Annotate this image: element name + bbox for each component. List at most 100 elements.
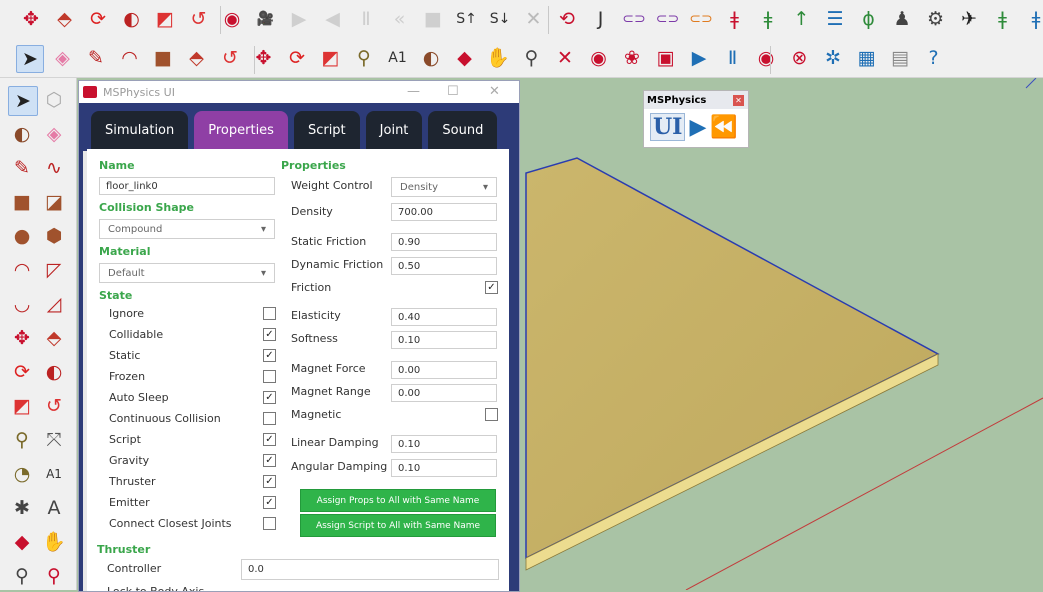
material-select[interactable]: Default ▾	[99, 263, 275, 283]
clear-icon[interactable]: ✕	[521, 6, 547, 32]
3d-text-icon[interactable]: A	[40, 494, 68, 522]
circle-icon[interactable]: ●	[8, 222, 36, 250]
state-checkbox[interactable]: ✓	[263, 391, 276, 404]
angular-damping-input[interactable]: 0.10	[391, 459, 497, 477]
orbit-icon[interactable]: ◆	[8, 528, 36, 556]
rotate-icon[interactable]: ⟳	[8, 358, 36, 386]
name-input[interactable]: floor_link0	[99, 177, 275, 195]
tab-joint[interactable]: Joint	[365, 111, 423, 149]
refresh-icon[interactable]: ⟲	[554, 6, 580, 32]
record-icon[interactable]: ◉	[753, 45, 779, 71]
piston-green-icon[interactable]: ǂ	[755, 6, 781, 32]
reset-icon[interactable]: ⊗	[787, 45, 813, 71]
rotate-icon[interactable]: ⟳	[85, 6, 111, 32]
axes-icon[interactable]: ✱	[8, 494, 36, 522]
follow-me-icon[interactable]: ◐	[40, 358, 68, 386]
state-checkbox[interactable]: ✓	[263, 349, 276, 362]
select-down-icon[interactable]: S↓	[487, 6, 513, 32]
arc-icon[interactable]: ◠	[8, 256, 36, 284]
window-titlebar[interactable]: MSPhysics UI — ☐ ✕	[79, 81, 519, 103]
extension-icon[interactable]: ▣	[653, 45, 679, 71]
offset-icon[interactable]: ↺	[40, 392, 68, 420]
tab-sound[interactable]: Sound	[428, 111, 498, 149]
pencil-icon[interactable]: ✎	[83, 45, 109, 71]
play-icon[interactable]: ▶	[686, 45, 712, 71]
polygon-icon[interactable]: ⬢	[40, 222, 68, 250]
magnet-range-input[interactable]: 0.00	[391, 384, 497, 402]
warehouse-icon[interactable]: ❀	[619, 45, 645, 71]
density-input[interactable]: 700.00	[391, 203, 497, 221]
arc-icon[interactable]: ◠	[117, 45, 143, 71]
maximize-icon[interactable]: ☐	[447, 84, 459, 99]
push-pull-icon[interactable]: ⬘	[184, 45, 210, 71]
freehand-icon[interactable]: ∿	[40, 154, 68, 182]
arrow-up-icon[interactable]: ↑	[789, 6, 815, 32]
magnetic-checkbox[interactable]	[485, 408, 498, 421]
tape-measure-icon[interactable]: ⚲	[351, 45, 377, 71]
arc-3pt-icon[interactable]: ◡	[8, 290, 36, 318]
slider-green-icon[interactable]: ǂ	[990, 6, 1016, 32]
state-checkbox[interactable]: ✓	[263, 475, 276, 488]
select-up-icon[interactable]: S↑	[454, 6, 480, 32]
linear-damping-input[interactable]: 0.10	[391, 435, 497, 453]
scale-icon[interactable]: ◩	[318, 45, 344, 71]
ui-button[interactable]: UI	[650, 113, 686, 141]
settings-icon[interactable]: ✲	[820, 45, 846, 71]
dynamic-friction-input[interactable]: 0.50	[391, 257, 497, 275]
magnet-force-input[interactable]: 0.00	[391, 361, 497, 379]
film-icon[interactable]: ▦	[854, 45, 880, 71]
paint-bucket-icon[interactable]: ◐	[418, 45, 444, 71]
help-icon[interactable]: ?	[921, 45, 947, 71]
tab-script[interactable]: Script	[293, 111, 360, 149]
link-icon-2[interactable]: ⊂⊃	[655, 6, 681, 32]
piston-red-icon[interactable]: ǂ	[722, 6, 748, 32]
state-checkbox[interactable]	[263, 517, 276, 530]
hinge-icon[interactable]: ϕ	[856, 6, 882, 32]
state-checkbox[interactable]	[263, 307, 276, 320]
pause-icon[interactable]: Ⅱ	[353, 6, 379, 32]
state-checkbox[interactable]	[263, 370, 276, 383]
push-pull-icon[interactable]: ⬘	[40, 324, 68, 352]
tape-measure-icon[interactable]: ⚲	[8, 426, 36, 454]
dimension-icon[interactable]: ⤧	[40, 426, 68, 454]
joint-icon[interactable]: J	[588, 6, 614, 32]
close-icon[interactable]: ✕	[733, 94, 744, 106]
pie-3pt-icon[interactable]: ◿	[40, 290, 68, 318]
pencil-icon[interactable]: ✎	[8, 154, 36, 182]
state-checkbox[interactable]: ✓	[263, 328, 276, 341]
spring-icon[interactable]: ☰	[822, 6, 848, 32]
plane-icon[interactable]: ✈	[956, 6, 982, 32]
elasticity-input[interactable]: 0.40	[391, 308, 497, 326]
preferences-icon[interactable]: ▤	[887, 45, 913, 71]
eraser-icon[interactable]: ◈	[50, 45, 76, 71]
component-icon[interactable]: ◉	[586, 45, 612, 71]
zoom-extents-icon[interactable]: ✕	[552, 45, 578, 71]
stop-icon[interactable]: ■	[420, 6, 446, 32]
zoom-window-icon[interactable]: ⚲	[40, 562, 68, 590]
step-back-icon[interactable]: ◀	[320, 6, 346, 32]
select-arrow-icon[interactable]: ➤	[16, 45, 44, 73]
rewind-icon[interactable]: «	[387, 6, 413, 32]
slider-blue-icon[interactable]: ǂ	[1023, 6, 1043, 32]
rewind-icon[interactable]: ⏪	[710, 115, 737, 140]
rotate-icon[interactable]: ⟳	[284, 45, 310, 71]
play-icon[interactable]: ▶	[689, 115, 706, 140]
play-icon[interactable]: ▶	[286, 6, 312, 32]
assign-script-button[interactable]: Assign Script to All with Same Name	[300, 514, 496, 537]
assign-props-button[interactable]: Assign Props to All with Same Name	[300, 489, 496, 512]
move-icon[interactable]: ✥	[18, 6, 44, 32]
pause-icon[interactable]: Ⅱ	[720, 45, 746, 71]
camera-icon[interactable]: 🎥	[253, 6, 279, 32]
follow-me-icon[interactable]: ◐	[119, 6, 145, 32]
static-friction-input[interactable]: 0.90	[391, 233, 497, 251]
weight-icon[interactable]: ♟	[889, 6, 915, 32]
select-arrow-icon[interactable]: ➤	[8, 86, 38, 116]
zoom-icon[interactable]: ⚲	[8, 562, 36, 590]
softness-input[interactable]: 0.10	[391, 331, 497, 349]
link-orange-icon[interactable]: ⊂⊃	[688, 6, 714, 32]
scale-icon[interactable]: ◩	[152, 6, 178, 32]
state-checkbox[interactable]: ✓	[263, 433, 276, 446]
state-checkbox[interactable]	[263, 412, 276, 425]
offset-icon[interactable]: ↺	[217, 45, 243, 71]
zoom-icon[interactable]: ⚲	[519, 45, 545, 71]
